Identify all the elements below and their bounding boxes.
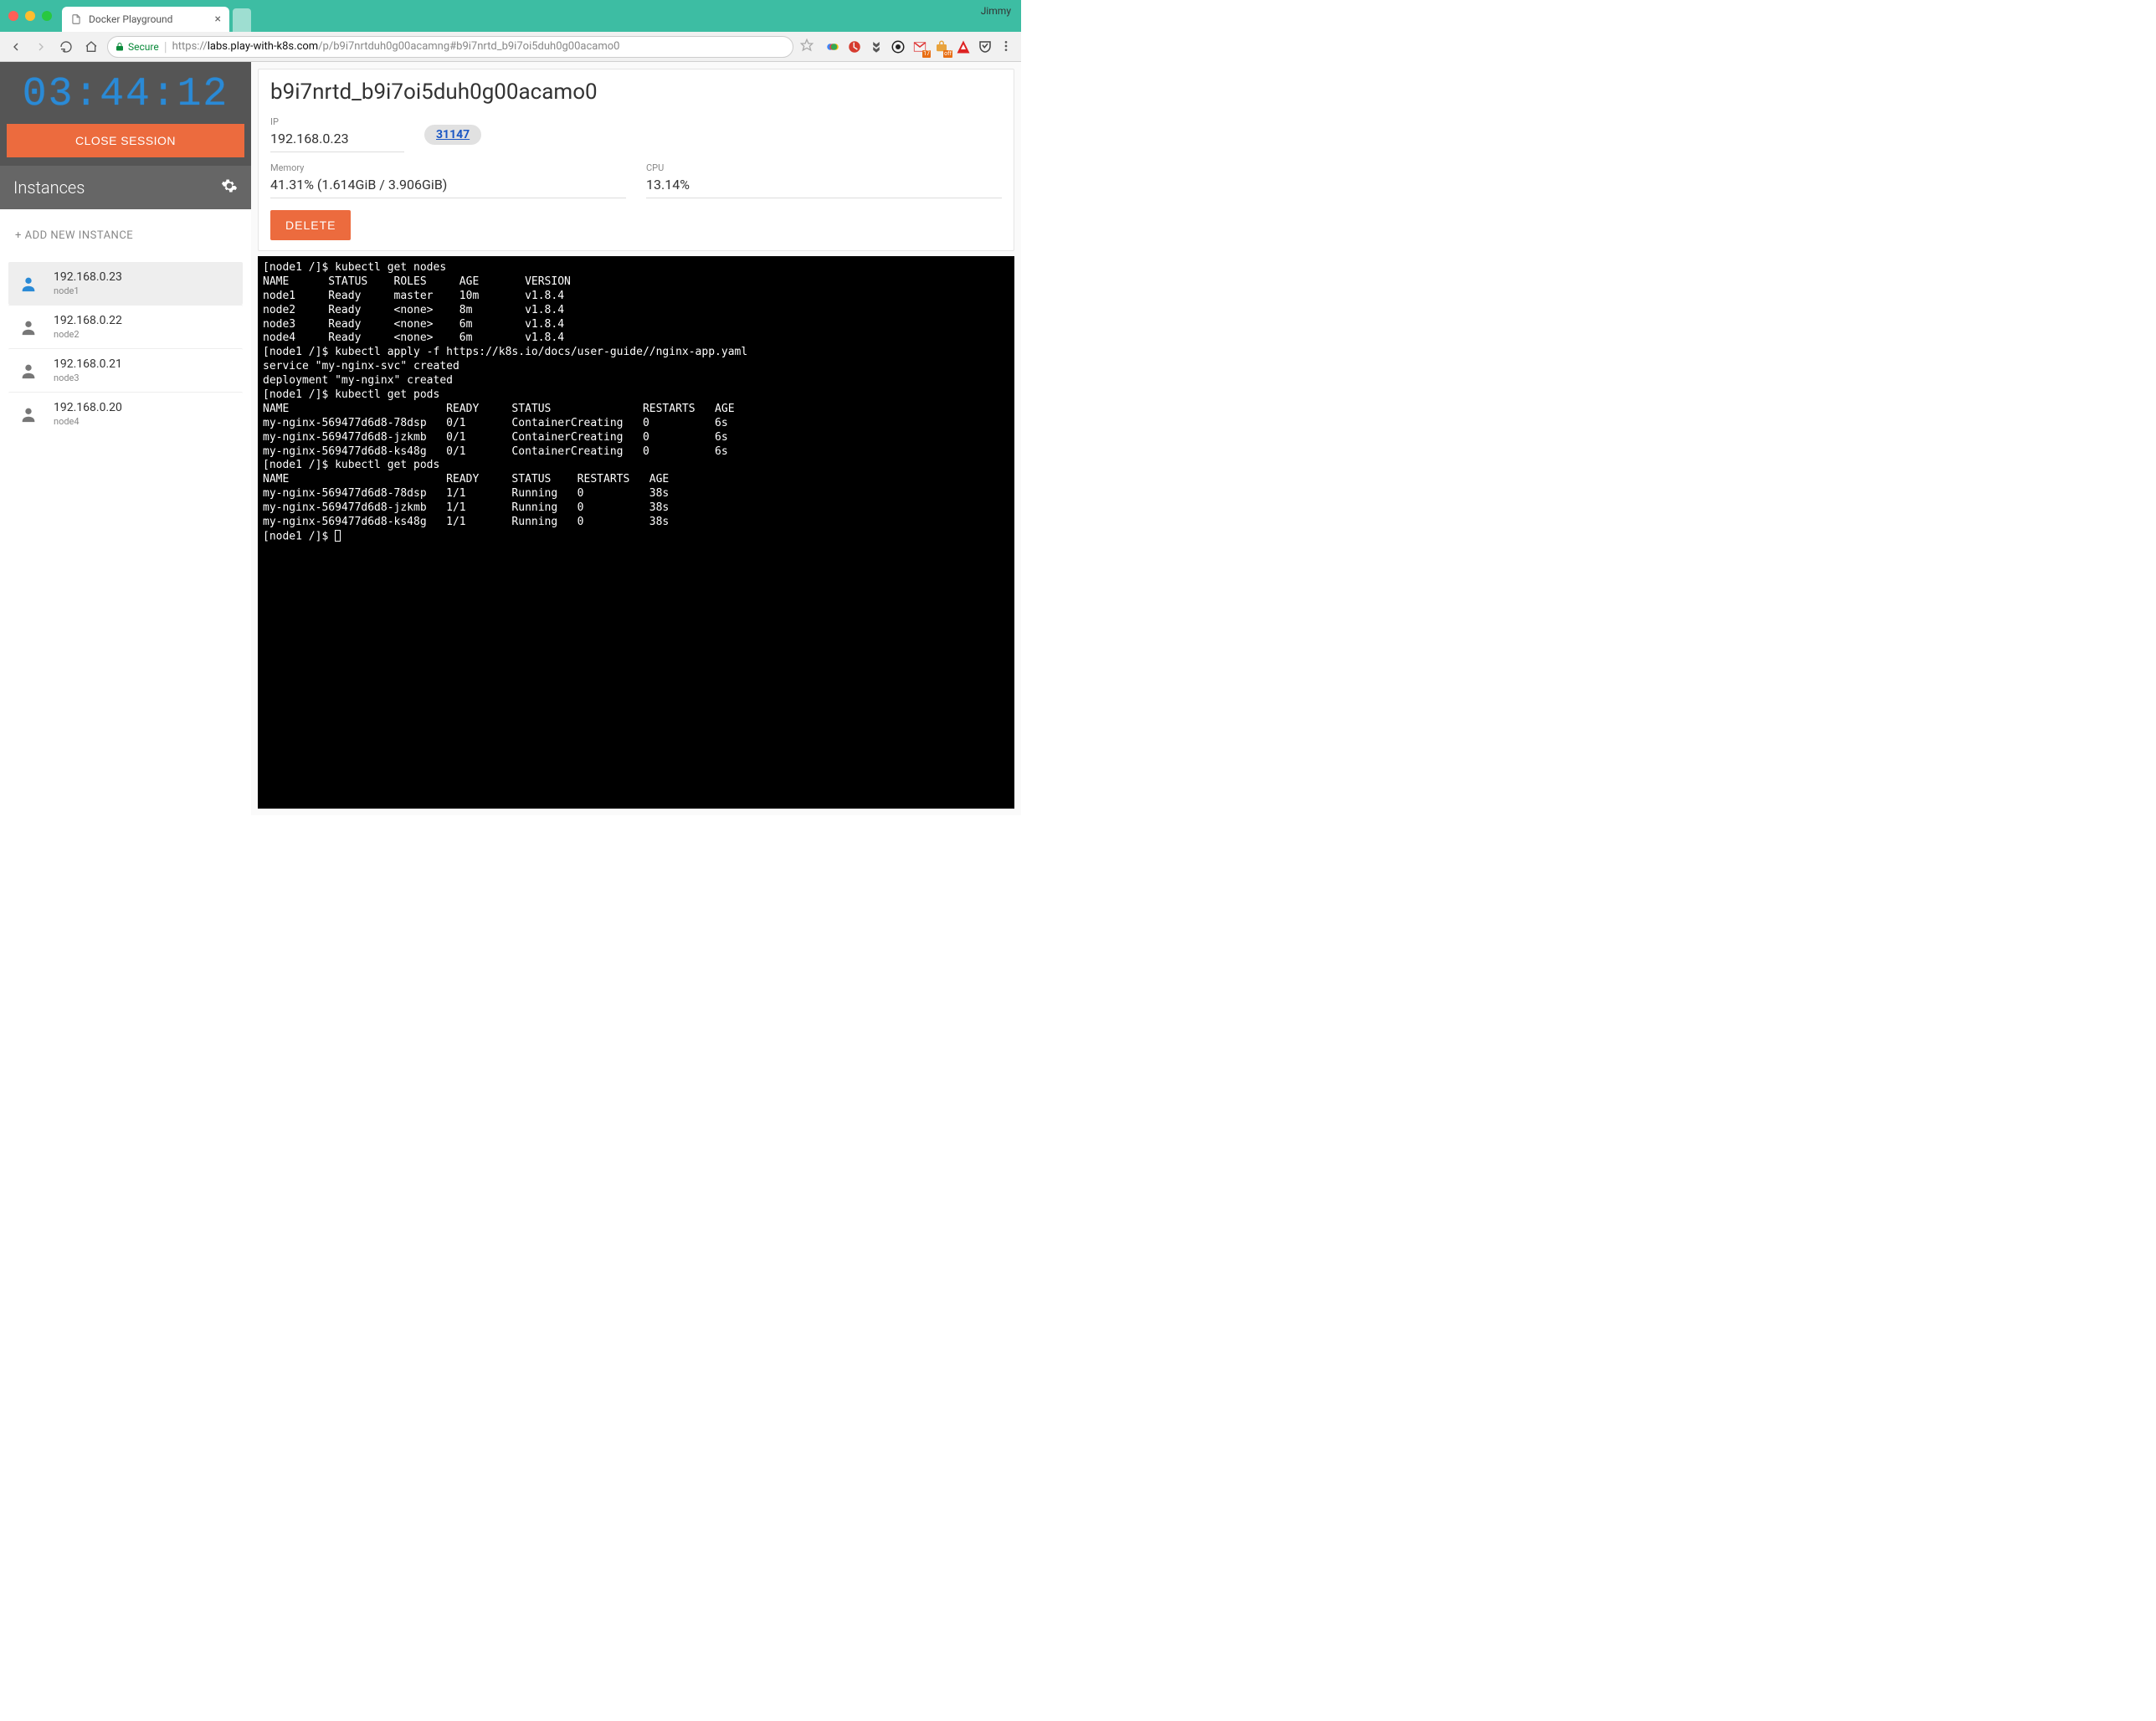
bookmark-star-icon[interactable]: [800, 39, 814, 55]
session-id: b9i7nrtd_b9i7oi5duh0g00acamo0: [270, 80, 1002, 105]
extension-icon[interactable]: 17: [912, 39, 927, 54]
secure-label: Secure: [128, 41, 159, 53]
cpu-label: CPU: [646, 162, 1002, 173]
sidebar: 03:44:12 CLOSE SESSION Instances + ADD N…: [0, 62, 251, 815]
memory-label: Memory: [270, 162, 626, 173]
close-tab-icon[interactable]: ×: [215, 13, 221, 25]
settings-gear-icon[interactable]: [221, 177, 238, 198]
memory-value: 41.31% (1.614GiB / 3.906GiB): [270, 173, 626, 198]
terminal-cursor: [335, 530, 341, 542]
home-button[interactable]: [82, 38, 100, 56]
app-root: 03:44:12 CLOSE SESSION Instances + ADD N…: [0, 62, 1021, 815]
page-icon: [70, 13, 82, 25]
instance-item[interactable]: 192.168.0.23 node1: [8, 262, 243, 305]
instance-item[interactable]: 192.168.0.20 node4: [8, 392, 243, 435]
terminal[interactable]: [node1 /]$ kubectl get nodes NAME STATUS…: [258, 256, 1014, 809]
sidebar-top: 03:44:12 CLOSE SESSION: [0, 62, 251, 166]
session-timer: 03:44:12: [7, 67, 244, 121]
chrome-menu-icon[interactable]: [999, 39, 1014, 54]
instance-name: node4: [54, 416, 122, 427]
window-maximize-button[interactable]: [42, 11, 52, 21]
memory-field: Memory 41.31% (1.614GiB / 3.906GiB): [270, 162, 626, 198]
user-icon: [17, 316, 40, 339]
delete-button[interactable]: DELETE: [270, 210, 351, 240]
instance-ip: 192.168.0.23: [54, 270, 122, 284]
extension-icon[interactable]: [956, 39, 971, 54]
instance-name: node2: [54, 329, 122, 340]
extension-icons: 17 off: [825, 39, 1014, 54]
instances-label: Instances: [13, 177, 85, 198]
sidebar-header: Instances: [0, 166, 251, 209]
instance-name: node1: [54, 285, 122, 296]
browser-toolbar: Secure | https://labs.play-with-k8s.com/…: [0, 32, 1021, 62]
instance-name: node3: [54, 372, 122, 383]
extension-icon[interactable]: [825, 39, 840, 54]
instance-item[interactable]: 192.168.0.22 node2: [8, 305, 243, 348]
add-instance-button[interactable]: + ADD NEW INSTANCE: [0, 209, 251, 262]
cpu-value: 13.14%: [646, 173, 1002, 198]
window-minimize-button[interactable]: [25, 11, 35, 21]
extension-icon[interactable]: [978, 39, 993, 54]
instance-item[interactable]: 192.168.0.21 node3: [8, 348, 243, 392]
browser-tab[interactable]: Docker Playground ×: [62, 7, 229, 32]
url-text: https://labs.play-with-k8s.com/p/b9i7nrt…: [172, 40, 620, 53]
cpu-field: CPU 13.14%: [646, 162, 1002, 198]
main-panel: b9i7nrtd_b9i7oi5duh0g00acamo0 IP 192.168…: [251, 62, 1021, 815]
instance-details-card: b9i7nrtd_b9i7oi5duh0g00acamo0 IP 192.168…: [258, 69, 1014, 251]
profile-name[interactable]: Jimmy: [981, 5, 1011, 17]
extension-icon[interactable]: [891, 39, 906, 54]
window-close-button[interactable]: [8, 11, 18, 21]
ip-value: 192.168.0.23: [270, 127, 404, 152]
ip-label: IP: [270, 116, 404, 127]
extension-icon[interactable]: [869, 39, 884, 54]
instance-ip: 192.168.0.22: [54, 314, 122, 327]
user-icon: [17, 359, 40, 383]
reload-button[interactable]: [57, 38, 75, 56]
tab-title: Docker Playground: [89, 13, 172, 25]
user-icon: [17, 403, 40, 426]
address-bar[interactable]: Secure | https://labs.play-with-k8s.com/…: [107, 36, 793, 58]
instance-ip: 192.168.0.20: [54, 401, 122, 414]
secure-indicator: Secure: [115, 41, 159, 53]
browser-titlebar: Docker Playground × Jimmy: [0, 0, 1021, 32]
instance-list: 192.168.0.23 node1 192.168.0.22 node2 19…: [0, 262, 251, 435]
new-tab-button[interactable]: [233, 8, 251, 32]
user-icon: [17, 272, 40, 295]
extension-icon[interactable]: [847, 39, 862, 54]
back-button[interactable]: [7, 38, 25, 56]
close-session-button[interactable]: CLOSE SESSION: [7, 124, 244, 157]
port-link[interactable]: 31147: [424, 125, 481, 145]
forward-button[interactable]: [32, 38, 50, 56]
ip-field: IP 192.168.0.23: [270, 116, 404, 152]
extension-icon[interactable]: off: [934, 39, 949, 54]
instance-ip: 192.168.0.21: [54, 357, 122, 371]
